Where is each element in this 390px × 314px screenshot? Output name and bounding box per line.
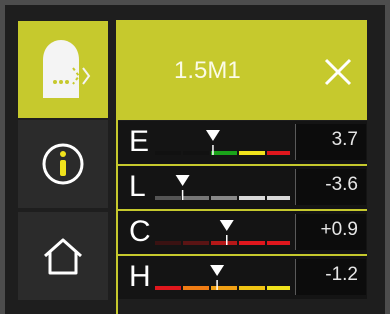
meter-segment — [267, 151, 290, 155]
close-icon[interactable] — [318, 52, 358, 92]
metric-value-box: -1.2 — [295, 259, 366, 295]
sidebar-item-info[interactable] — [18, 120, 108, 208]
meter-segment — [239, 151, 265, 155]
meter-segment — [183, 286, 209, 290]
metric-meter — [155, 265, 290, 290]
meter-tick — [181, 190, 184, 200]
home-icon — [44, 238, 82, 275]
info-icon — [42, 143, 84, 185]
metric-value-box: -3.6 — [295, 169, 366, 205]
meter-segment — [239, 241, 265, 245]
meter-tick — [212, 145, 214, 155]
metric-row-l[interactable]: L -3.6 — [118, 166, 367, 209]
hearing-device-icon — [43, 39, 91, 98]
meter-segment — [211, 151, 237, 155]
program-title: 1.5M1 — [174, 57, 241, 84]
meter-segment — [211, 241, 237, 245]
meter-tick — [216, 280, 218, 290]
meter-segment — [155, 286, 181, 290]
meter-segment — [183, 196, 209, 200]
metric-row-h[interactable]: H -1.2 — [118, 256, 367, 299]
metric-row-e[interactable]: E 3.7 — [118, 121, 367, 164]
meter-segment — [155, 151, 181, 155]
meter-marker — [219, 220, 234, 231]
meter-segment — [267, 196, 290, 200]
metric-value: -1.2 — [325, 264, 358, 285]
header-bar: 1.5M1 — [118, 20, 367, 120]
metric-letter: H — [129, 260, 151, 293]
metric-value: +0.9 — [320, 219, 358, 240]
meter-segment — [267, 286, 290, 290]
metric-letter: E — [129, 125, 150, 158]
meter-segment — [211, 196, 237, 200]
meter-segment — [239, 196, 265, 200]
metric-value-box: +0.9 — [295, 214, 366, 250]
metric-value: -3.6 — [325, 174, 358, 195]
metric-row-c[interactable]: C +0.9 — [118, 211, 367, 254]
meter-segment — [183, 241, 209, 245]
metric-letter: C — [129, 215, 151, 248]
sidebar-item-home[interactable] — [18, 212, 108, 300]
meter-segment — [267, 241, 290, 245]
meter-segment — [155, 196, 181, 200]
metric-letter: L — [129, 170, 146, 203]
meter-marker — [175, 175, 190, 186]
metric-meter — [155, 220, 290, 245]
sidebar-item-device[interactable] — [18, 21, 108, 118]
meter-segment — [155, 241, 181, 245]
meter-tick — [226, 235, 228, 245]
metric-value-box: 3.7 — [295, 124, 366, 160]
meter-segment — [211, 286, 237, 290]
metric-meter — [155, 130, 290, 155]
meter-marker — [205, 130, 220, 141]
metric-value: 3.7 — [331, 129, 358, 150]
meter-segment — [239, 286, 265, 290]
meter-marker — [210, 265, 225, 276]
metric-meter — [155, 175, 290, 200]
meter-segment — [183, 151, 209, 155]
